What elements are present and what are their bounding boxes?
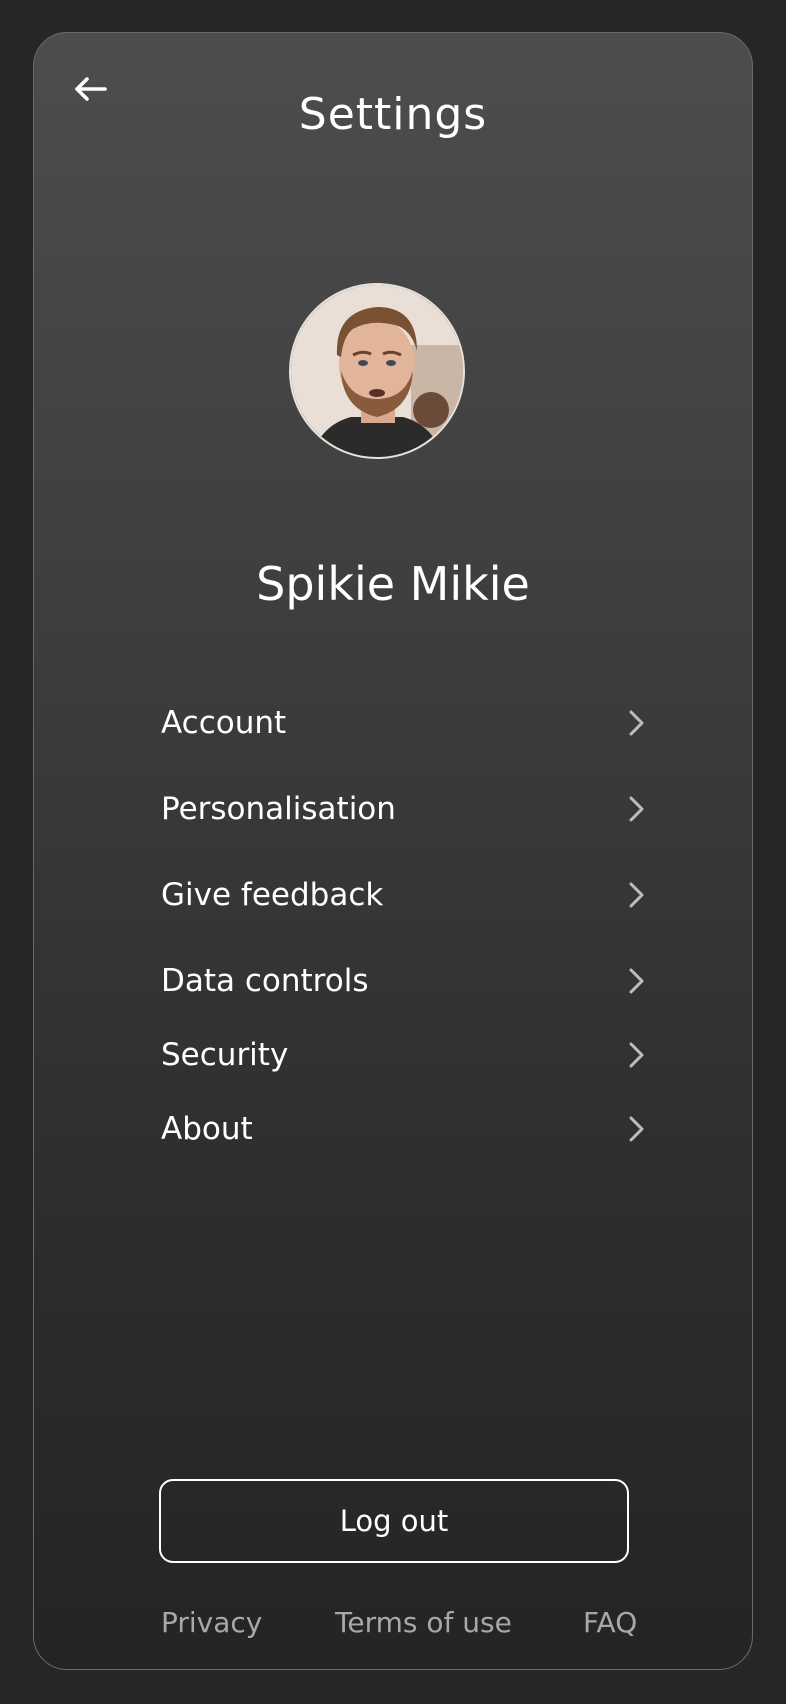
menu-item-label: About	[161, 1111, 253, 1147]
terms-of-use-link[interactable]: Terms of use	[335, 1606, 512, 1639]
menu-item-security[interactable]: Security	[161, 1027, 681, 1083]
menu-item-label: Personalisation	[161, 791, 396, 827]
menu-item-give-feedback[interactable]: Give feedback	[161, 867, 681, 923]
menu-item-label: Account	[161, 705, 287, 741]
profile-name: Spikie Mikie	[256, 557, 530, 611]
logout-button[interactable]: Log out	[159, 1479, 629, 1563]
user-avatar-photo	[291, 285, 463, 457]
settings-panel: Settings Spikie Mikie Account Personalis…	[33, 32, 753, 1670]
avatar[interactable]	[289, 283, 465, 459]
menu-item-label: Data controls	[161, 963, 369, 999]
page-title: Settings	[298, 89, 488, 140]
menu-item-label: Give feedback	[161, 877, 384, 913]
chevron-right-icon	[629, 882, 644, 908]
privacy-link[interactable]: Privacy	[161, 1606, 262, 1639]
menu-item-label: Security	[161, 1037, 289, 1073]
menu-item-about[interactable]: About	[161, 1101, 681, 1157]
chevron-right-icon	[629, 796, 644, 822]
faq-link[interactable]: FAQ	[583, 1606, 637, 1639]
chevron-right-icon	[629, 1042, 644, 1068]
chevron-right-icon	[629, 710, 644, 736]
chevron-right-icon	[629, 968, 644, 994]
chevron-right-icon	[629, 1116, 644, 1142]
menu-item-account[interactable]: Account	[161, 695, 681, 751]
menu-item-personalisation[interactable]: Personalisation	[161, 781, 681, 837]
menu-item-data-controls[interactable]: Data controls	[161, 953, 681, 1009]
